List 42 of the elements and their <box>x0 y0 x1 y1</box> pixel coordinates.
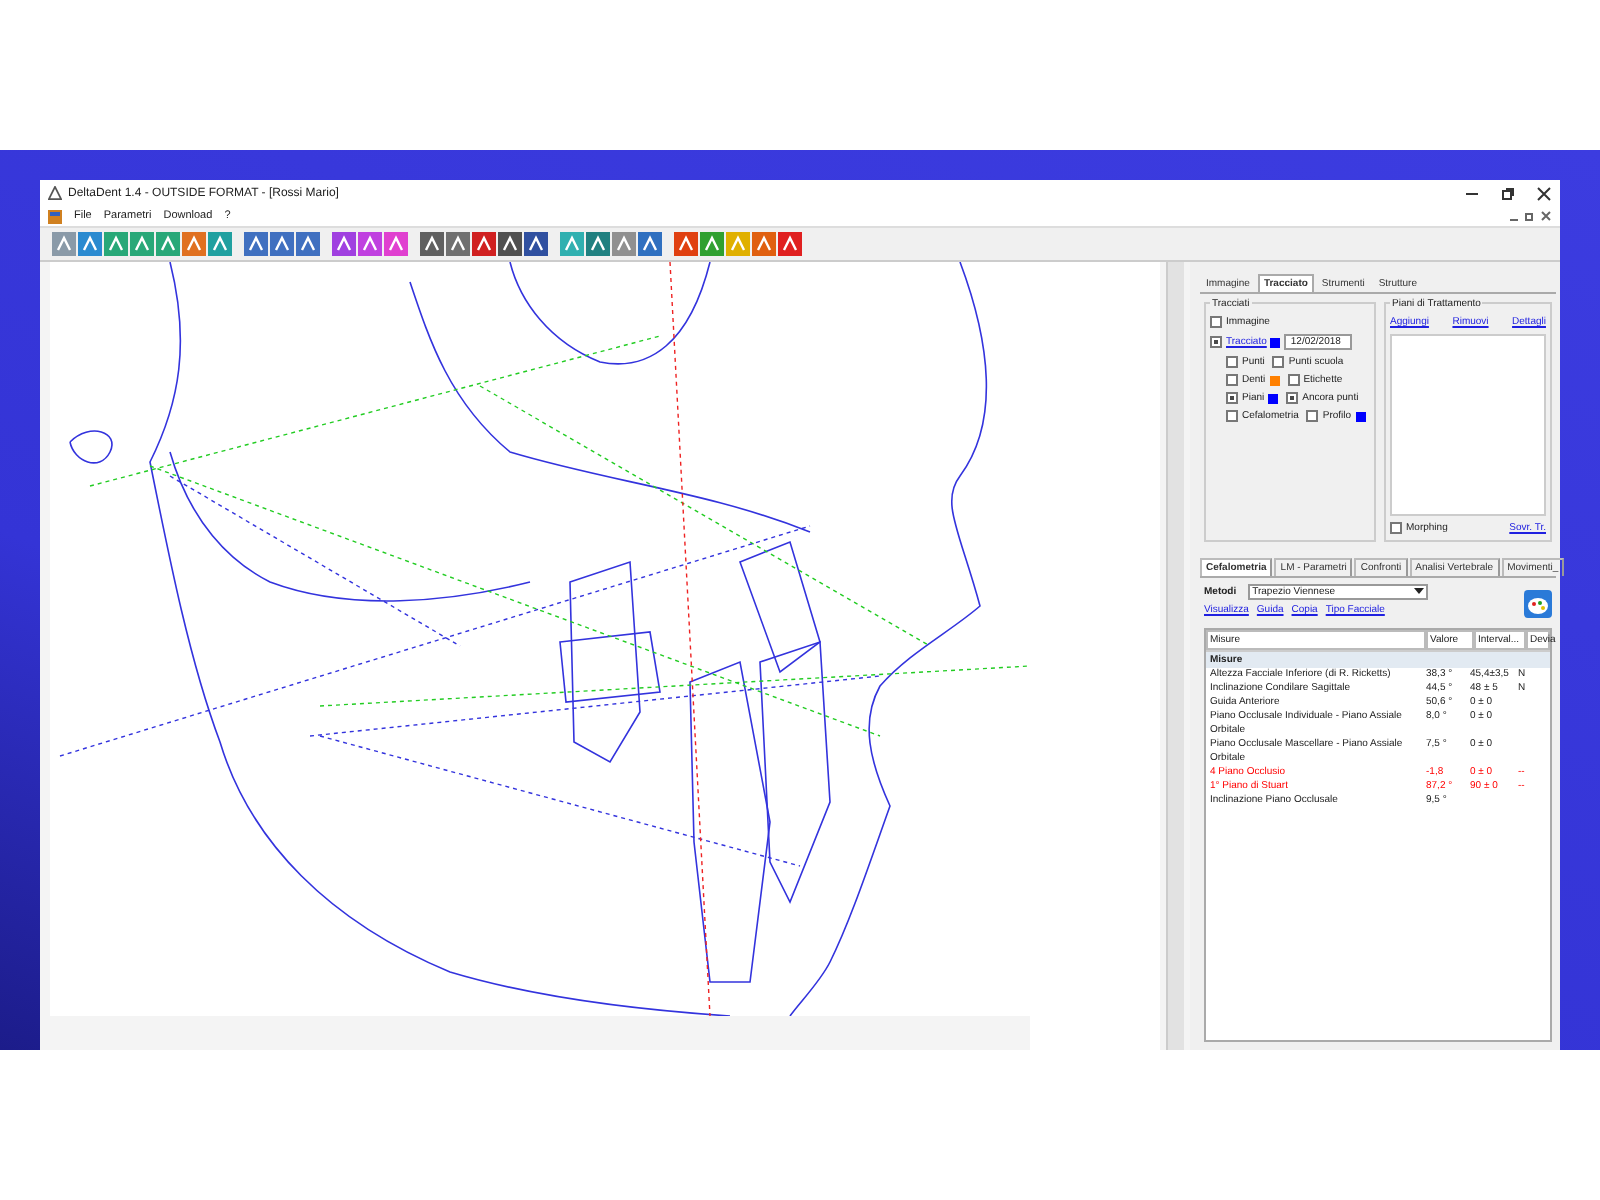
toolbar-icon[interactable] <box>296 232 320 256</box>
toolbar-icon[interactable] <box>778 232 802 256</box>
checkbox[interactable] <box>1226 356 1238 368</box>
checkbox[interactable] <box>1287 374 1300 386</box>
toolbar-icon[interactable] <box>358 232 382 256</box>
checkbox[interactable] <box>1286 392 1299 404</box>
scroll-bar[interactable] <box>1166 262 1184 1050</box>
app-icon <box>48 186 62 200</box>
restore-icon[interactable] <box>1524 210 1536 222</box>
checkbox[interactable] <box>1210 336 1222 348</box>
toolbar-icon[interactable] <box>78 232 102 256</box>
checkbox[interactable] <box>1306 410 1319 422</box>
restore-icon[interactable] <box>1500 185 1516 201</box>
toolbar-icon[interactable] <box>332 232 356 256</box>
toolbar-icon[interactable] <box>384 232 408 256</box>
color-swatch[interactable] <box>1268 393 1279 403</box>
toolbar-icon[interactable] <box>524 232 548 256</box>
palette-icon[interactable] <box>1524 590 1552 618</box>
toolbar-icon[interactable] <box>472 232 496 256</box>
toolbar-icon[interactable] <box>244 232 268 256</box>
checkbox[interactable] <box>1390 522 1402 534</box>
toolbar-icon[interactable] <box>586 232 610 256</box>
toolbar-icon[interactable] <box>270 232 294 256</box>
toolbar-icon[interactable] <box>638 232 662 256</box>
toolbar-icon[interactable] <box>446 232 470 256</box>
close-icon[interactable] <box>1536 185 1552 201</box>
toolbar-icon[interactable] <box>752 232 776 256</box>
toolbar-icon[interactable] <box>700 232 724 256</box>
toolbar-icon[interactable] <box>674 232 698 256</box>
checkbox[interactable] <box>1272 356 1285 368</box>
color-swatch[interactable] <box>1269 375 1280 385</box>
checkbox[interactable] <box>1226 392 1238 404</box>
close-icon[interactable] <box>1540 210 1552 222</box>
document-icon <box>48 209 62 223</box>
toolbar-icon[interactable] <box>420 232 444 256</box>
checkbox[interactable] <box>1210 316 1222 328</box>
color-swatch[interactable] <box>1270 337 1281 347</box>
checkbox[interactable] <box>1226 410 1238 422</box>
toolbar-icon[interactable] <box>498 232 522 256</box>
checkbox[interactable] <box>1226 374 1238 386</box>
caret-icon <box>1414 588 1425 596</box>
color-swatch[interactable] <box>1355 411 1366 421</box>
